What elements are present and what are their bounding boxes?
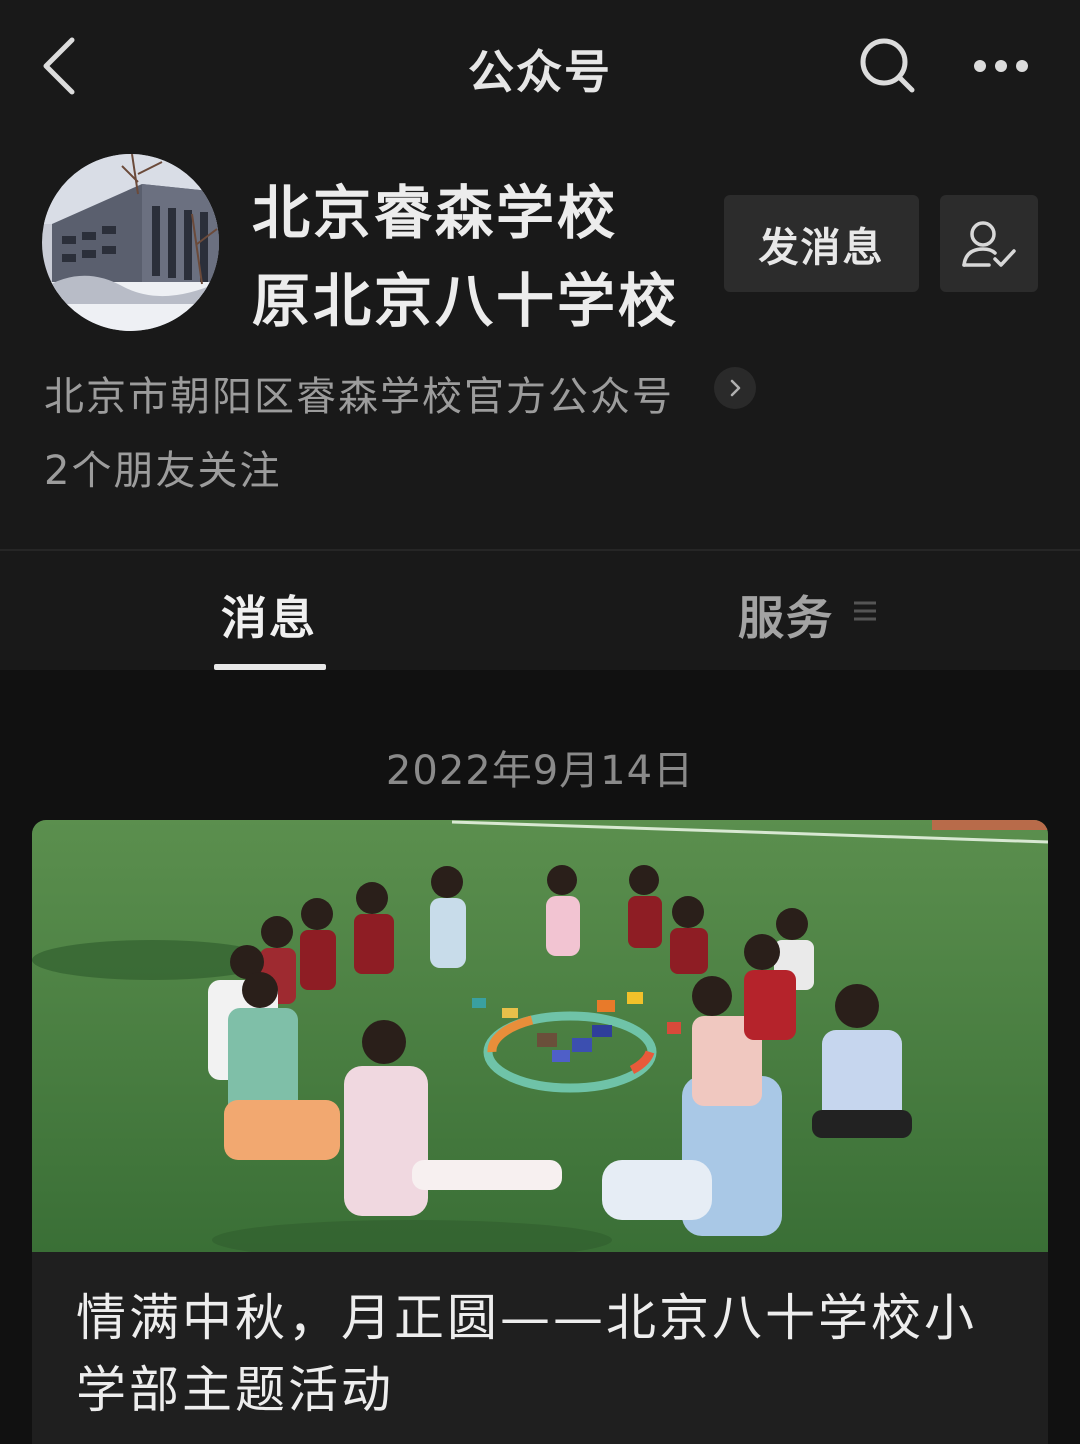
chevron-right-icon — [730, 379, 741, 397]
search-button[interactable] — [856, 34, 920, 98]
friends-following-count[interactable]: 2个朋友关注 — [44, 438, 281, 496]
article-card[interactable]: 情满中秋，月正圆——北京八十学校小学部主题活动 — [32, 820, 1048, 1444]
send-message-button[interactable]: 发消息 — [724, 195, 919, 292]
article-title: 情满中秋，月正圆——北京八十学校小学部主题活动 — [76, 1289, 977, 1419]
account-description[interactable]: 北京市朝阳区睿森学校官方公众号 — [44, 364, 674, 422]
message-date: 2022年9月14日 — [385, 748, 695, 794]
account-name-line2: 原北京八十学校 — [252, 267, 680, 335]
tab-services[interactable]: 服务 — [738, 582, 834, 648]
tab-bar — [0, 551, 1080, 670]
user-check-icon — [962, 220, 1016, 267]
account-name-line1: 北京睿森学校 — [252, 179, 619, 247]
search-icon — [860, 38, 915, 93]
nav-bar: 公众号 — [0, 0, 1080, 135]
article-cover-image — [32, 820, 1048, 1252]
more-horizontal-icon — [974, 60, 1028, 72]
followed-button[interactable] — [940, 195, 1038, 292]
official-account-page: 公众号 北京睿森学校 原北京八十学校 发消息 北京市朝阳区睿森学校官方公众号 2… — [0, 0, 1080, 1444]
description-detail-button[interactable] — [714, 367, 756, 409]
avatar[interactable] — [42, 154, 219, 331]
more-button[interactable] — [966, 38, 1036, 94]
tab-messages[interactable]: 消息 — [212, 582, 326, 648]
menu-icon — [852, 598, 878, 624]
